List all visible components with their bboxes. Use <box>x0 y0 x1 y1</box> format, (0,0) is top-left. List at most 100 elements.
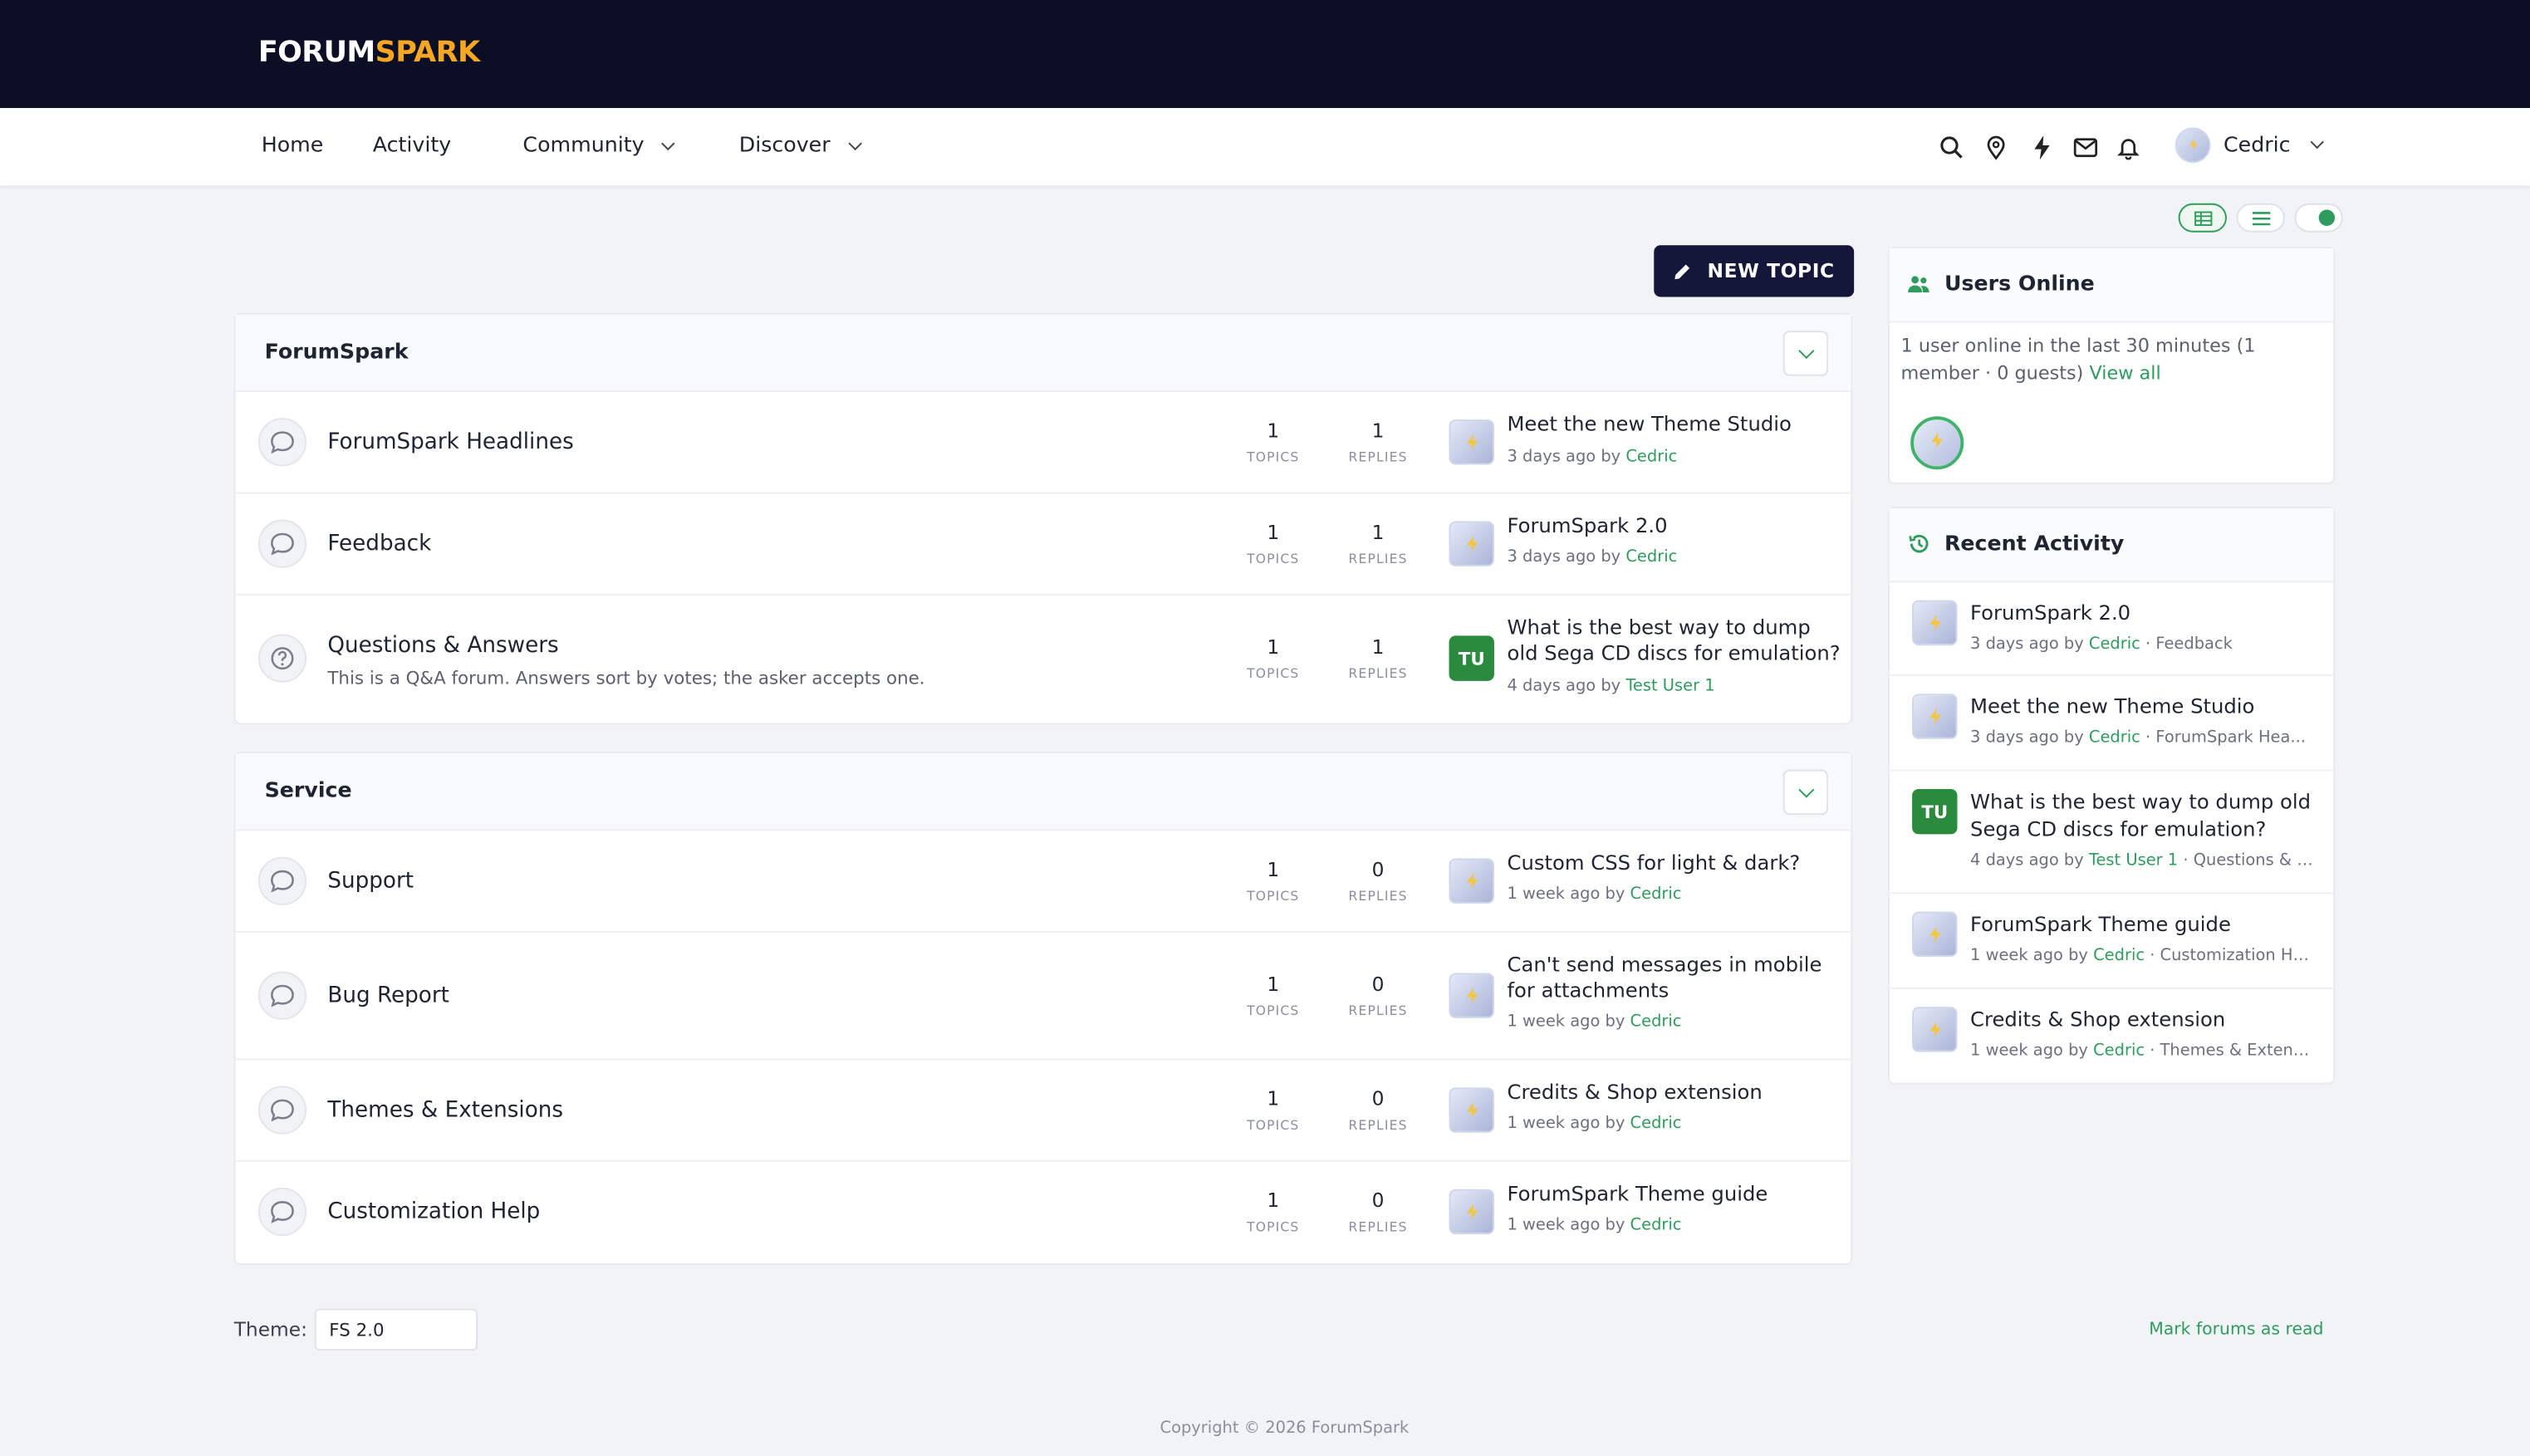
table-icon <box>2194 210 2212 226</box>
replies-count: 0 REPLIES <box>1348 1189 1408 1235</box>
activity-meta: 1 week ago by Cedric · Themes & Extensi.… <box>1970 1042 2317 1061</box>
author-link[interactable]: Test User 1 <box>2089 852 2178 870</box>
forum-row[interactable]: Support 1 TOPICS 0 REPLIES Custom CSS for … <box>235 831 1851 933</box>
last-post-title[interactable]: ForumSpark 2.0 <box>1507 513 1846 539</box>
replies-count: 0 REPLIES <box>1348 973 1408 1018</box>
category-title[interactable]: ForumSpark <box>265 341 409 365</box>
last-post-title[interactable]: What is the best way to dump old Sega CD… <box>1507 615 1846 666</box>
author-link[interactable]: Cedric <box>2089 635 2140 653</box>
forum-name[interactable]: ForumSpark Headlines <box>327 429 573 455</box>
author-link[interactable]: Cedric <box>2093 947 2145 964</box>
user-menu[interactable]: Cedric <box>2175 127 2325 164</box>
last-post-title[interactable]: Meet the new Theme Studio <box>1507 411 1846 437</box>
avatar[interactable] <box>1449 858 1494 904</box>
chat-bubble-icon <box>257 971 307 1020</box>
author-link[interactable]: Cedric <box>2089 729 2140 747</box>
site-logo[interactable]: FORUMSPARK <box>258 36 480 70</box>
forum-row[interactable]: Feedback 1 TOPICS 1 REPLIES ForumSpark 2.0… <box>235 493 1851 596</box>
view-all-link[interactable]: View all <box>2089 361 2160 384</box>
category-title[interactable]: Service <box>265 779 352 803</box>
list-view-toggle[interactable] <box>2236 203 2285 233</box>
activity-meta: 4 days ago by Test User 1 · Questions & … <box>1970 851 2317 870</box>
avatar[interactable] <box>1449 521 1494 566</box>
last-post-title[interactable]: Credits & Shop extension <box>1507 1080 1846 1105</box>
activity-title[interactable]: Credits & Shop extension <box>1970 1005 2317 1032</box>
forum-name[interactable]: Bug Report <box>327 983 449 1008</box>
mail-icon[interactable] <box>2070 132 2099 161</box>
activity-item[interactable]: TU What is the best way to dump old Sega… <box>1889 772 2334 895</box>
activity-item[interactable]: ForumSpark 2.0 3 days ago by Cedric · Fe… <box>1889 582 2334 676</box>
avatar[interactable] <box>1449 419 1494 465</box>
last-post-title[interactable]: ForumSpark Theme guide <box>1507 1181 1846 1207</box>
forum-row[interactable]: Questions & Answers This is a Q&A forum.… <box>236 596 1851 723</box>
topics-count: 1 TOPICS <box>1247 635 1300 681</box>
last-post-title[interactable]: Can't send messages in mobile for attach… <box>1507 952 1846 1003</box>
last-post-meta: 1 week ago by Cedric <box>1507 1216 1682 1235</box>
last-post-title[interactable]: Custom CSS for light & dark? <box>1507 851 1846 876</box>
main-nav: Home Activity Community Discover Cedric <box>0 108 2530 186</box>
forum-name[interactable]: Support <box>327 868 414 894</box>
theme-label: Theme: <box>233 1318 307 1341</box>
avatar[interactable] <box>1912 600 1958 646</box>
nav-activity[interactable]: Activity <box>373 134 451 158</box>
topics-count: 1 TOPICS <box>1247 521 1300 566</box>
table-view-toggle[interactable] <box>2178 203 2227 233</box>
author-link[interactable]: Test User 1 <box>1625 678 1714 695</box>
replies-count: 1 REPLIES <box>1348 635 1408 681</box>
theme-select[interactable]: FS 2.0 <box>314 1308 478 1351</box>
author-link[interactable]: Cedric <box>1630 1217 1682 1234</box>
forum-row[interactable]: Bug Report 1 TOPICS 0 REPLIES Can't send m… <box>235 933 1851 1061</box>
chat-bubble-icon <box>257 1086 307 1135</box>
activity-item[interactable]: ForumSpark Theme guide 1 week ago by Ced… <box>1889 894 2334 989</box>
collapse-button[interactable] <box>1782 331 1829 376</box>
theme-mode-toggle[interactable] <box>2294 203 2343 233</box>
forum-row[interactable]: Themes & Extensions 1 TOPICS 0 REPLIES Cre… <box>235 1060 1851 1162</box>
forum-name[interactable]: Feedback <box>327 531 431 556</box>
bolt-icon[interactable] <box>2027 132 2056 161</box>
topics-count: 1 TOPICS <box>1247 858 1300 904</box>
search-icon[interactable] <box>1936 132 1965 161</box>
avatar[interactable] <box>1912 1007 1958 1052</box>
author-link[interactable]: Cedric <box>1625 549 1677 566</box>
forum-row[interactable]: ForumSpark Headlines 1 TOPICS 1 REPLIES Me… <box>235 392 1851 494</box>
activity-title[interactable]: ForumSpark Theme guide <box>1970 910 2317 938</box>
forum-name[interactable]: Questions & Answers <box>327 633 558 659</box>
avatar[interactable]: TU <box>1912 788 1958 835</box>
author-link[interactable]: Cedric <box>1630 1115 1682 1132</box>
forum-row[interactable]: Customization Help 1 TOPICS 0 REPLIES Foru… <box>236 1162 1851 1263</box>
last-post-meta: 3 days ago by Cedric <box>1507 548 1678 566</box>
forum-description: This is a Q&A forum. Answers sort by vot… <box>327 668 925 689</box>
collapse-button[interactable] <box>1782 769 1829 816</box>
avatar[interactable] <box>1449 973 1494 1018</box>
avatar[interactable] <box>1910 416 1964 470</box>
avatar[interactable] <box>1449 1087 1494 1133</box>
users-icon <box>1908 276 1929 293</box>
activity-item[interactable]: Meet the new Theme Studio 3 days ago by … <box>1889 676 2334 772</box>
chat-bubble-icon <box>257 856 307 905</box>
forum-name[interactable]: Customization Help <box>327 1199 540 1224</box>
author-link[interactable]: Cedric <box>1625 449 1677 466</box>
activity-title[interactable]: What is the best way to dump old Sega CD… <box>1970 787 2317 842</box>
forum-name[interactable]: Themes & Extensions <box>327 1097 563 1123</box>
mark-forums-read-link[interactable]: Mark forums as read <box>2149 1320 2323 1339</box>
author-link[interactable]: Cedric <box>1630 1013 1682 1031</box>
avatar <box>2175 127 2211 164</box>
avatar[interactable] <box>1449 1189 1494 1235</box>
activity-title[interactable]: ForumSpark 2.0 <box>1970 599 2317 626</box>
avatar[interactable]: TU <box>1449 635 1494 681</box>
avatar[interactable] <box>1912 694 1958 739</box>
new-topic-button[interactable]: NEW TOPIC <box>1654 245 1855 297</box>
topics-count: 1 TOPICS <box>1247 973 1300 1018</box>
nav-discover[interactable]: Discover <box>739 134 861 158</box>
activity-meta: 3 days ago by Cedric · Feedback <box>1970 635 2233 654</box>
avatar[interactable] <box>1912 911 1958 958</box>
nav-home[interactable]: Home <box>262 134 324 158</box>
activity-title[interactable]: Meet the new Theme Studio <box>1970 692 2317 719</box>
bell-icon[interactable] <box>2114 132 2143 161</box>
author-link[interactable]: Cedric <box>2093 1042 2145 1060</box>
user-name: Cedric <box>2224 133 2291 158</box>
nav-community[interactable]: Community <box>522 134 676 158</box>
pin-icon[interactable] <box>1982 132 2011 161</box>
activity-item[interactable]: Credits & Shop extension 1 week ago by C… <box>1890 989 2333 1083</box>
author-link[interactable]: Cedric <box>1630 886 1682 904</box>
